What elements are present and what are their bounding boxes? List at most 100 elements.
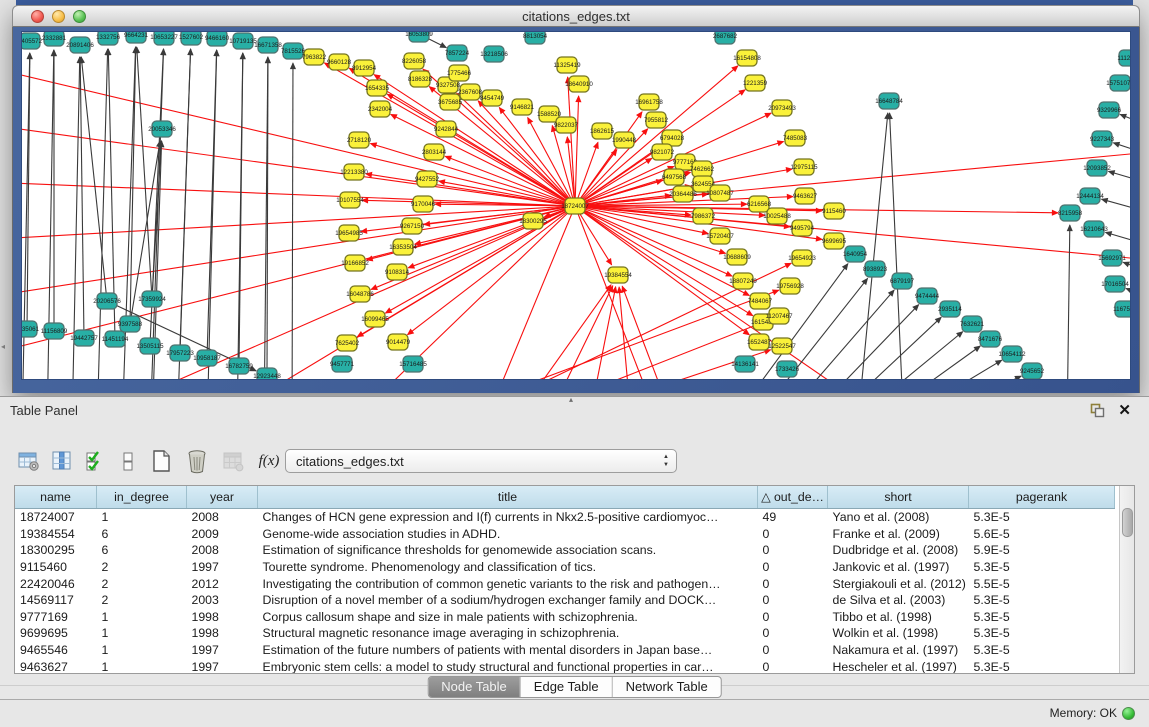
citation-edge-black[interactable]: [1123, 262, 1131, 277]
graph-node[interactable]: 8938923: [863, 261, 888, 277]
graph-node[interactable]: 1735061: [22, 321, 40, 337]
graph-node[interactable]: 7986372: [691, 208, 716, 224]
graph-node[interactable]: 9457771: [330, 356, 355, 372]
column-header-title[interactable]: title: [258, 486, 758, 509]
graph-node[interactable]: 20206576: [93, 293, 121, 309]
citation-edge-black[interactable]: [97, 49, 108, 380]
graph-node[interactable]: 9822037: [554, 117, 579, 133]
graph-node[interactable]: 9466160: [205, 32, 230, 46]
column-header-in_degree[interactable]: in_degree: [97, 486, 187, 509]
graph-node[interactable]: 17016504: [1101, 276, 1129, 292]
graph-node[interactable]: 1221359: [743, 75, 768, 91]
graph-node[interactable]: 2687682: [713, 32, 738, 44]
table-row[interactable]: 1938455462009Genome-wide association stu…: [15, 526, 1121, 543]
citation-edge-red[interactable]: [370, 144, 575, 206]
graph-node[interactable]: 2332881: [42, 32, 67, 46]
citation-edge-black[interactable]: [1102, 199, 1131, 216]
column-header-pagerank[interactable]: pagerank: [969, 486, 1115, 509]
graph-node[interactable]: 12923448: [253, 368, 281, 380]
graph-node[interactable]: 7625402: [335, 335, 360, 351]
graph-node[interactable]: 9699695: [822, 233, 847, 249]
graph-node[interactable]: 12522547: [768, 338, 796, 354]
citation-edge-black[interactable]: [1109, 171, 1131, 187]
citation-edge-red[interactable]: [487, 320, 768, 380]
table-row[interactable]: 1456911722003Disruption of a novel membe…: [15, 592, 1121, 609]
graph-node[interactable]: 9329966: [1097, 102, 1122, 118]
graph-node[interactable]: 10958187: [193, 350, 221, 366]
graph-node[interactable]: 2935114: [938, 301, 962, 317]
graph-node[interactable]: 1640954: [843, 246, 868, 262]
citation-edge-red[interactable]: [202, 206, 575, 380]
graph-node[interactable]: 11207467: [765, 308, 793, 324]
graph-node[interactable]: 1862615: [590, 123, 615, 139]
graph-node[interactable]: 20891406: [66, 37, 94, 53]
table-settings-icon[interactable]: [16, 448, 42, 474]
show-columns-icon[interactable]: [49, 448, 75, 474]
graph-node[interactable]: 10654112: [998, 346, 1026, 362]
graph-node[interactable]: 1654335: [365, 80, 390, 96]
column-header-short[interactable]: short: [828, 486, 969, 509]
tab-network-table[interactable]: Network Table: [612, 677, 721, 697]
column-header-name[interactable]: name: [15, 486, 97, 509]
citation-edge-black[interactable]: [890, 113, 904, 380]
graph-node[interactable]: 18300295: [519, 213, 547, 229]
graph-node[interactable]: 18724007: [561, 198, 589, 214]
graph-node[interactable]: 9227343: [1090, 131, 1115, 147]
table-row[interactable]: 2242004622012Investigating the contribut…: [15, 575, 1121, 592]
graph-node[interactable]: 7462662: [690, 161, 715, 177]
graph-node[interactable]: 20053346: [148, 121, 176, 137]
citation-edge-red[interactable]: [575, 96, 579, 206]
citation-edge-red[interactable]: [62, 206, 575, 380]
graph-node[interactable]: 2367608: [458, 84, 483, 100]
graph-node[interactable]: 1775466: [447, 65, 472, 81]
graph-node[interactable]: 9014479: [386, 334, 411, 350]
graph-node[interactable]: 7963822: [302, 49, 327, 65]
graph-node[interactable]: 1990448: [612, 132, 637, 148]
graph-node[interactable]: 11451194: [102, 331, 129, 347]
graph-node[interactable]: 9397588: [118, 316, 143, 332]
clear-selection-icon[interactable]: [115, 448, 141, 474]
table-row[interactable]: 946554611997Estimation of the future num…: [15, 642, 1121, 659]
graph-node[interactable]: 18807249: [729, 273, 757, 289]
citation-edge-red[interactable]: [575, 206, 662, 380]
graph-node[interactable]: 18640910: [565, 76, 593, 92]
graph-node[interactable]: 9267150: [400, 218, 425, 234]
graph-node[interactable]: 1733426: [775, 361, 800, 377]
graph-node[interactable]: 15692971: [1098, 250, 1126, 266]
graph-node[interactable]: 9474444: [915, 288, 940, 304]
graph-node[interactable]: 16353504: [389, 239, 417, 255]
graph-node[interactable]: 8912954: [352, 60, 377, 76]
graph-node[interactable]: 8215958: [1058, 205, 1083, 221]
graph-node[interactable]: 16782759: [225, 358, 253, 374]
graph-node[interactable]: 9115460: [822, 203, 846, 219]
graph-node[interactable]: 11325419: [553, 57, 581, 73]
graph-node[interactable]: 12213380: [340, 164, 368, 180]
graph-node[interactable]: 12093852: [1083, 160, 1111, 176]
memory-status-indicator[interactable]: [1122, 707, 1135, 720]
graph-node[interactable]: 15751074: [1106, 75, 1131, 91]
citation-edge-red[interactable]: [408, 206, 575, 335]
graph-node[interactable]: 10688609: [723, 249, 751, 265]
graph-node[interactable]: 9463627: [793, 188, 818, 204]
graph-node[interactable]: 7484067: [748, 293, 773, 309]
close-panel-icon[interactable]: ✕: [1118, 401, 1131, 419]
graph-node[interactable]: 9821072: [650, 144, 675, 160]
citation-edge-black[interactable]: [1067, 225, 1070, 380]
table-row[interactable]: 969969511998Structural magnetic resonanc…: [15, 625, 1121, 642]
table-row[interactable]: 911546021997Tourette syndrome. Phenomeno…: [15, 559, 1121, 576]
graph-node[interactable]: 9660128: [327, 54, 352, 70]
graph-node[interactable]: 6497568: [662, 169, 687, 185]
graph-node[interactable]: 12444134: [1076, 188, 1104, 204]
graph-node[interactable]: 19384554: [604, 267, 632, 283]
network-canvas[interactable]: 1872400724055722332881208914061332756966…: [21, 31, 1131, 380]
graph-node[interactable]: 2342004: [368, 101, 393, 117]
graph-node[interactable]: 1167531: [1113, 301, 1131, 317]
graph-node[interactable]: 8471676: [978, 331, 1003, 347]
citation-network-graph[interactable]: 1872400724055722332881208914061332756966…: [22, 32, 1131, 380]
citation-edge-red[interactable]: [568, 77, 575, 206]
table-row[interactable]: 946362711997Embryonic stem cells: a mode…: [15, 658, 1121, 674]
graph-node[interactable]: 2803144: [422, 144, 447, 160]
graph-node[interactable]: 16210643: [1080, 221, 1108, 237]
float-panel-icon[interactable]: [1090, 403, 1105, 418]
function-builder-icon[interactable]: f(x): [256, 448, 282, 474]
